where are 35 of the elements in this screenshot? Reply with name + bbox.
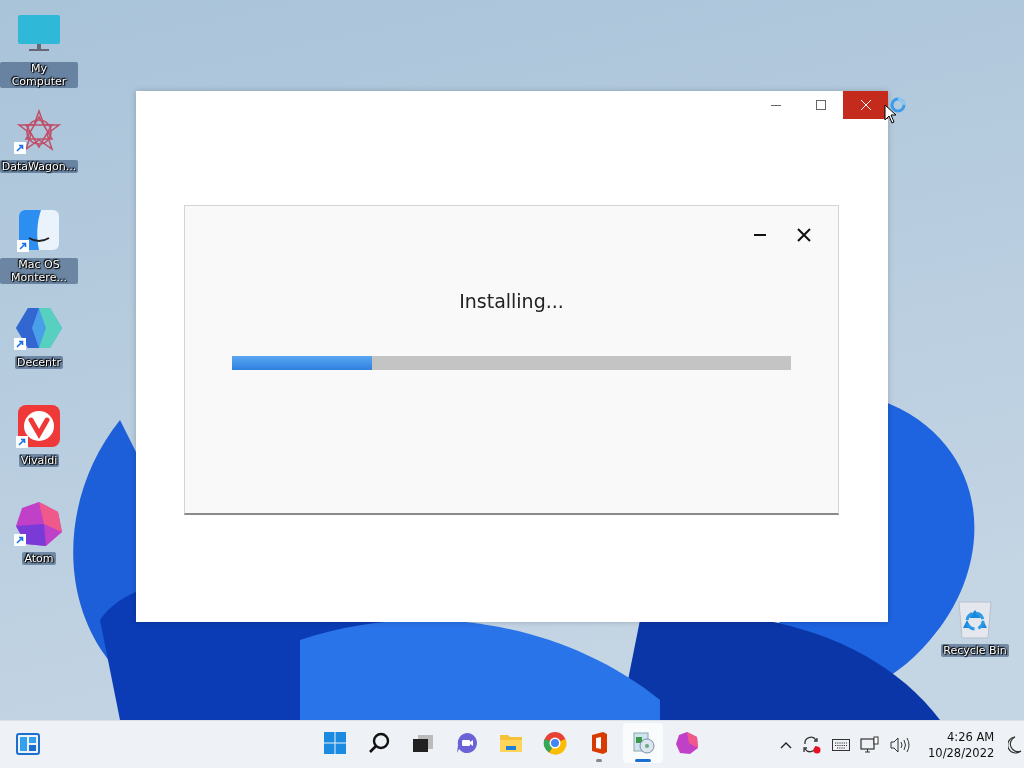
network-icon[interactable] xyxy=(860,736,880,754)
face-icon[interactable] xyxy=(19,210,59,250)
maximize-icon xyxy=(815,100,826,110)
desktop-icon-label[interactable]: Vivaldi xyxy=(18,454,60,467)
moon-icon[interactable] xyxy=(1008,736,1023,754)
installer-icon xyxy=(631,731,655,755)
desktop-icon-label[interactable]: My Computer xyxy=(0,62,78,88)
keyboard-icon[interactable] xyxy=(832,739,850,751)
gem-icon[interactable] xyxy=(16,502,62,546)
start-icon xyxy=(323,731,347,755)
loading-icon xyxy=(890,97,906,113)
desktop-icon-label[interactable]: Decentr xyxy=(15,356,63,369)
running-indicator xyxy=(635,759,651,762)
close-icon xyxy=(797,228,811,242)
desktop-icon-label[interactable]: DataWagon... xyxy=(0,160,79,173)
status-text: Installing... xyxy=(458,290,565,312)
recycle-bin-icon[interactable] xyxy=(957,600,993,640)
sync-icon[interactable] xyxy=(802,736,822,754)
v-logo-icon[interactable] xyxy=(18,405,60,447)
gem-icon xyxy=(675,731,699,755)
desktop-icon-label[interactable]: Recycle Bin xyxy=(941,644,1009,657)
clock-date[interactable]: 10/28/2022 xyxy=(928,745,995,761)
caret-icon[interactable] xyxy=(780,741,792,749)
desktop-icon-label[interactable]: Mac OS Montere... xyxy=(0,258,78,284)
browser-icon xyxy=(543,731,567,755)
clock-time[interactable]: 4:26 AM xyxy=(947,729,995,745)
chat-icon xyxy=(455,731,479,755)
close-icon xyxy=(860,100,871,110)
desktop-icon-label[interactable]: Atom xyxy=(22,552,56,565)
widgets-icon[interactable] xyxy=(16,733,40,755)
search-icon xyxy=(367,731,391,755)
running-indicator xyxy=(596,759,602,762)
monitor-icon[interactable] xyxy=(17,14,61,54)
volume-icon[interactable] xyxy=(890,737,910,753)
hexagon-icon[interactable] xyxy=(16,308,62,348)
